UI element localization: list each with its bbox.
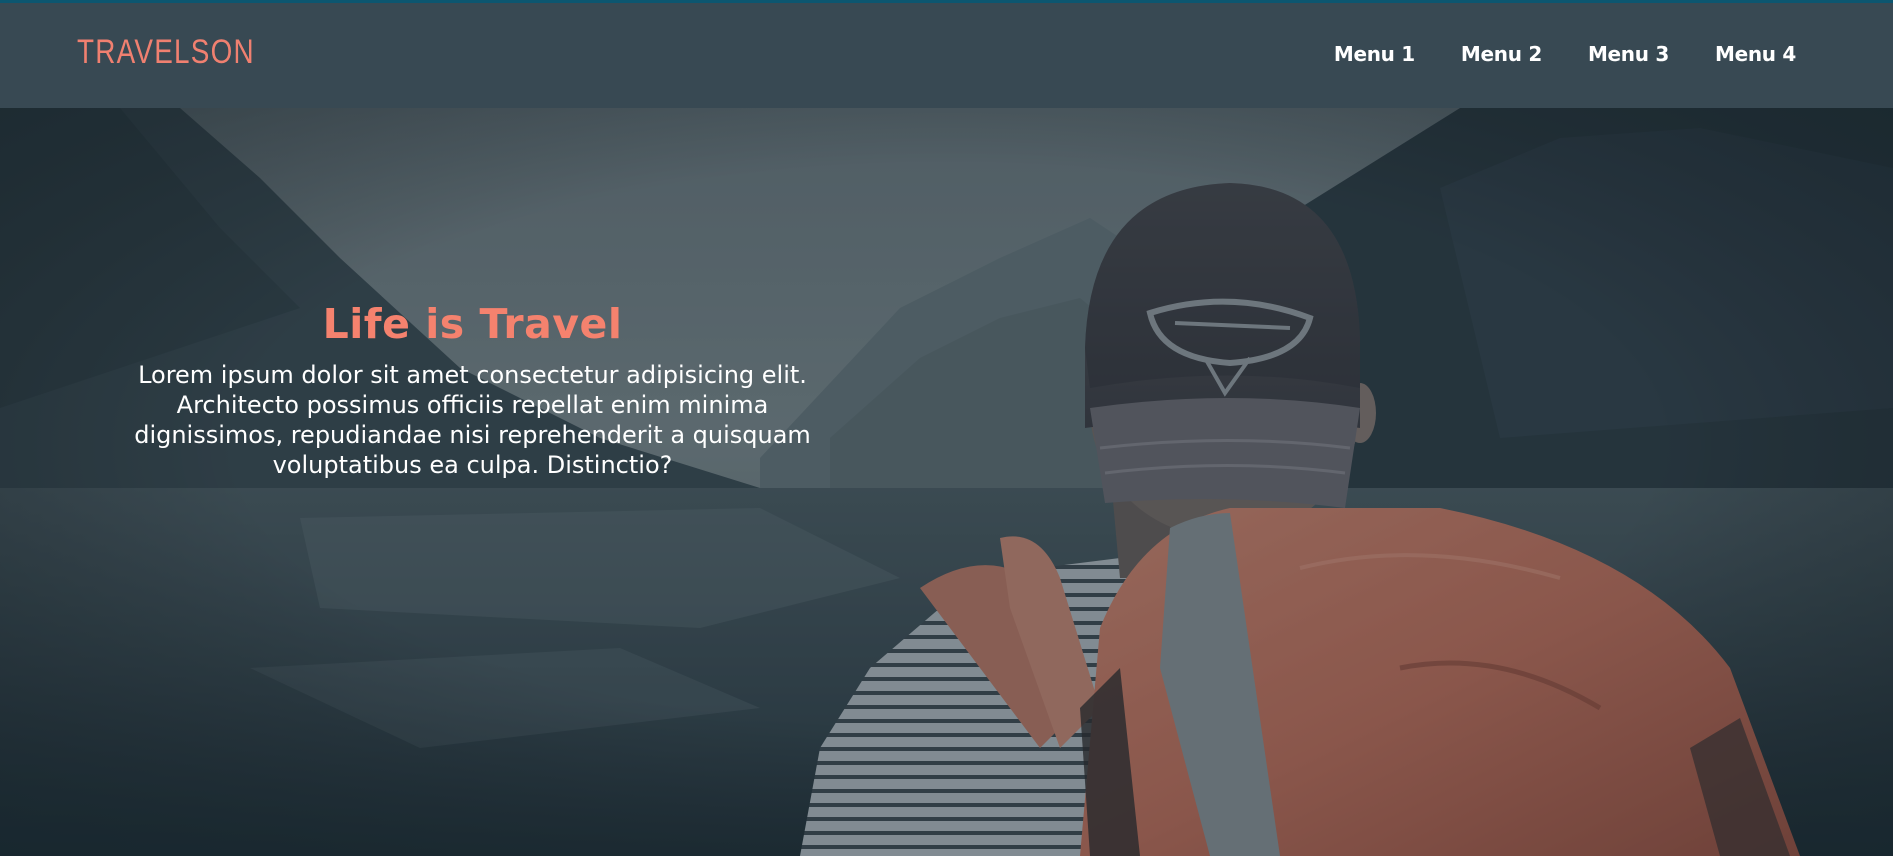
nav-menu-4[interactable]: Menu 4 — [1715, 42, 1796, 66]
hero-overlay — [0, 108, 1893, 856]
main-nav: Menu 1 Menu 2 Menu 3 Menu 4 — [1334, 42, 1796, 66]
site-header: TRAVELSON Menu 1 Menu 2 Menu 3 Menu 4 — [0, 3, 1893, 108]
hero-content: Life is Travel Lorem ipsum dolor sit ame… — [90, 300, 855, 480]
nav-menu-1[interactable]: Menu 1 — [1334, 42, 1415, 66]
hero-description: Lorem ipsum dolor sit amet consectetur a… — [134, 361, 811, 479]
nav-menu-2[interactable]: Menu 2 — [1461, 42, 1542, 66]
hero-title: Life is Travel — [322, 300, 623, 348]
nav-menu-3[interactable]: Menu 3 — [1588, 42, 1669, 66]
top-accent-bar — [0, 0, 1893, 3]
logo[interactable]: TRAVELSON — [77, 33, 255, 72]
hero-section: Life is Travel Lorem ipsum dolor sit ame… — [0, 108, 1893, 856]
